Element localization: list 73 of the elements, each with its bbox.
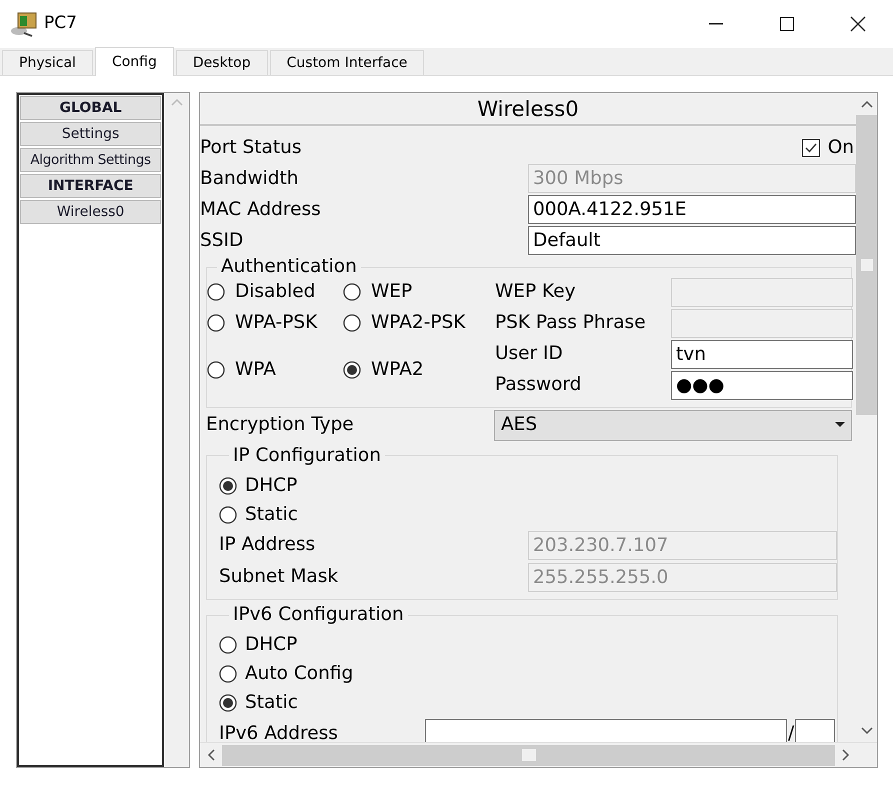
text-field[interactable]: tvn	[671, 340, 853, 368]
radio-button[interactable]	[219, 694, 237, 712]
radio-label: WPA-PSK	[235, 311, 318, 336]
tab[interactable]: Custom Interface	[270, 50, 424, 75]
radio-label: WPA2	[371, 358, 424, 382]
sidebar-item[interactable]: GLOBAL	[20, 96, 162, 120]
dropdown[interactable]: AES	[494, 410, 852, 440]
field-label: IP Address	[219, 533, 316, 558]
scroll-left-icon	[206, 748, 216, 762]
checkbox[interactable]	[802, 138, 820, 156]
close-icon	[850, 16, 866, 32]
field-label: User ID	[495, 342, 564, 366]
panel-title: Wireless0	[200, 93, 856, 126]
separator-text: /	[788, 722, 794, 742]
text-field[interactable]	[425, 719, 787, 742]
radio-label: DHCP	[245, 633, 298, 658]
sidebar-item[interactable]: Settings	[20, 122, 162, 146]
field-label: IPv6 Address	[219, 722, 339, 742]
radio-button[interactable]	[219, 476, 237, 494]
field-label: SSID	[200, 228, 244, 253]
sidebar-item[interactable]: INTERFACE	[20, 174, 162, 198]
text-field[interactable]: ●●●	[671, 370, 853, 400]
group-title: Authentication	[220, 258, 358, 276]
window-title: PC7	[44, 12, 77, 36]
scrollbar-thumb[interactable]	[222, 744, 835, 766]
pc-icon	[10, 11, 38, 37]
radio-button[interactable]	[219, 665, 237, 683]
field-label: PSK Pass Phrase	[495, 311, 647, 336]
tab[interactable]: Config	[94, 47, 174, 76]
dropdown-arrow-icon	[835, 422, 845, 428]
minimize-icon	[708, 23, 722, 25]
radio-button[interactable]	[207, 360, 225, 378]
radio-label: Disabled	[235, 280, 316, 304]
text-field[interactable]: Default	[528, 226, 856, 255]
field-label: Port Status	[200, 136, 302, 160]
radio-button[interactable]	[219, 506, 237, 524]
field-label: Subnet Mask	[219, 565, 340, 590]
radio-button[interactable]	[343, 314, 361, 332]
scroll-up-icon	[170, 97, 184, 107]
tab[interactable]: Physical	[2, 50, 93, 75]
tab[interactable]: Desktop	[176, 50, 268, 75]
radio-label: Auto Config	[245, 662, 354, 686]
radio-label: WPA	[235, 358, 276, 382]
field-label: WEP Key	[495, 280, 577, 304]
text-field[interactable]: 000A.4122.951E	[528, 195, 856, 224]
grip-icon	[522, 749, 536, 761]
radio-label: WPA2-PSK	[371, 311, 466, 336]
scroll-up-icon	[860, 99, 874, 109]
group-title: IP Configuration	[232, 446, 382, 465]
radio-button[interactable]	[207, 314, 225, 332]
text-field[interactable]	[795, 719, 836, 742]
dropdown-value: AES	[501, 413, 538, 438]
sidebar-item[interactable]: Algorithm Settings	[20, 148, 162, 172]
radio-label: Static	[245, 502, 298, 527]
field-label: Password	[495, 373, 582, 398]
field-label: MAC Address	[200, 198, 322, 222]
sidebar-item[interactable]: Wireless0	[20, 200, 162, 224]
radio-label: Static	[245, 691, 298, 716]
radio-button[interactable]	[207, 283, 225, 301]
scroll-down-icon	[860, 726, 874, 736]
grip-icon	[860, 259, 872, 271]
scroll-right-icon	[841, 748, 851, 762]
radio-label: DHCP	[245, 474, 298, 498]
radio-label: WEP	[371, 280, 412, 304]
scrollbar-thumb[interactable]	[856, 115, 877, 415]
radio-button[interactable]	[343, 283, 361, 301]
field-label: Encryption Type	[206, 413, 355, 438]
radio-button[interactable]	[219, 636, 237, 654]
maximize-icon	[780, 17, 794, 31]
radio-button[interactable]	[343, 360, 361, 378]
group-title: IPv6 Configuration	[232, 606, 405, 624]
field-label: Bandwidth	[200, 166, 300, 191]
checkbox-label: On	[828, 136, 854, 160]
